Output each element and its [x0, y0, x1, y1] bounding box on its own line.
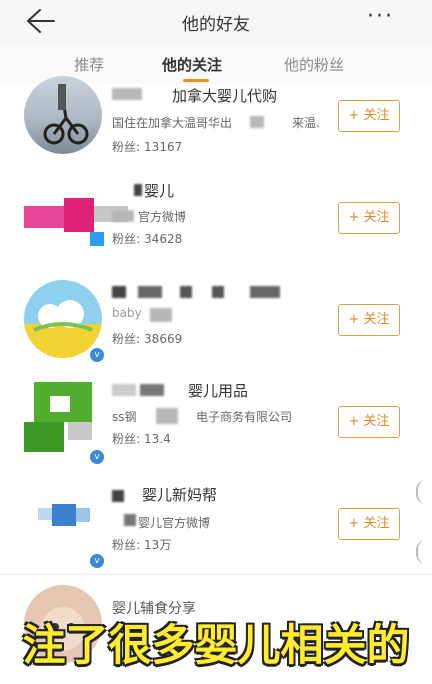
- account-description: 官方微博: [138, 210, 187, 224]
- fan-count: 粉丝: 34628: [112, 232, 183, 246]
- follow-button[interactable]: + 关注: [338, 202, 400, 234]
- blurred-text: [250, 116, 264, 128]
- verified-badge-icon: v: [88, 552, 106, 570]
- blurred-name-prefix: [112, 88, 142, 100]
- blurred-text: [156, 408, 178, 424]
- list-item[interactable]: v 婴儿用品 ss钢 电子商务有限公司 粉丝: 13.4 + 关注: [0, 370, 432, 473]
- blurred-name: [140, 384, 164, 396]
- blurred-name: [112, 384, 136, 396]
- blurred-name-prefix: [134, 184, 142, 196]
- account-description-end: 电子商务有限公司: [196, 410, 293, 424]
- follow-button[interactable]: + 关注: [338, 100, 400, 132]
- scroll-indicator: [416, 480, 428, 504]
- blurred-name: [212, 286, 224, 298]
- tab-recommend[interactable]: 推荐: [74, 54, 104, 75]
- blurred-name: [138, 286, 162, 298]
- list-item[interactable]: v baby 粉丝: 38669 + 关注: [0, 268, 432, 371]
- blurred-text: [112, 210, 134, 222]
- blurred-text: [124, 514, 136, 526]
- list-item[interactable]: 加拿大婴儿代购 国住在加拿大温哥华出 来温. 粉丝: 13167 + 关注: [0, 76, 432, 167]
- account-name: 婴儿新妈帮: [142, 486, 218, 504]
- fan-count: 粉丝: 13万: [112, 538, 172, 552]
- follow-button[interactable]: + 关注: [338, 508, 400, 540]
- more-options-button[interactable]: ···: [367, 4, 394, 29]
- tab-his-fans[interactable]: 他的粉丝: [284, 54, 344, 75]
- avatar[interactable]: [24, 280, 102, 358]
- blurred-name: [112, 286, 126, 298]
- meadow-illustration-icon: [24, 300, 102, 358]
- avatar[interactable]: [24, 484, 102, 562]
- avatar[interactable]: [24, 76, 102, 154]
- scroll-indicator: [416, 540, 428, 564]
- list-item[interactable]: 婴儿 官方微博 粉丝: 34628 + 关注: [0, 166, 432, 269]
- account-description: ss钢: [112, 410, 137, 424]
- active-tab-indicator: [183, 79, 209, 82]
- blurred-text: [150, 308, 172, 322]
- blurred-name: [250, 286, 280, 298]
- account-description: baby: [112, 306, 142, 320]
- follow-button[interactable]: + 关注: [338, 304, 400, 336]
- verified-badge-icon: v: [88, 448, 106, 466]
- avatar[interactable]: [24, 382, 102, 460]
- video-subtitle: 注了很多婴儿相关的: [22, 621, 410, 671]
- list-item[interactable]: v 婴儿新妈帮 婴儿官方微博 粉丝: 13万 + 关注: [0, 472, 432, 575]
- account-description: 婴儿官方微博: [138, 516, 211, 530]
- account-name: 婴儿: [144, 182, 175, 200]
- account-description: 国住在加拿大温哥华出: [112, 116, 233, 130]
- fan-count: 粉丝: 13167: [112, 140, 183, 154]
- top-bar: 他的好友 ···: [0, 0, 432, 46]
- account-description-end: 来温.: [292, 116, 320, 130]
- bicycle-photo-icon: [43, 84, 89, 145]
- follow-button[interactable]: + 关注: [338, 406, 400, 438]
- account-name: 加拿大婴儿代购: [172, 87, 278, 105]
- account-name: 婴儿用品: [188, 382, 249, 400]
- fan-count: 粉丝: 13.4: [112, 432, 171, 446]
- verified-badge-icon: v: [88, 346, 106, 364]
- blurred-name: [180, 286, 192, 298]
- fan-count: 粉丝: 38669: [112, 332, 183, 346]
- tab-his-following[interactable]: 他的关注: [162, 54, 222, 75]
- blurred-name-prefix: [112, 490, 124, 502]
- avatar[interactable]: [24, 178, 128, 256]
